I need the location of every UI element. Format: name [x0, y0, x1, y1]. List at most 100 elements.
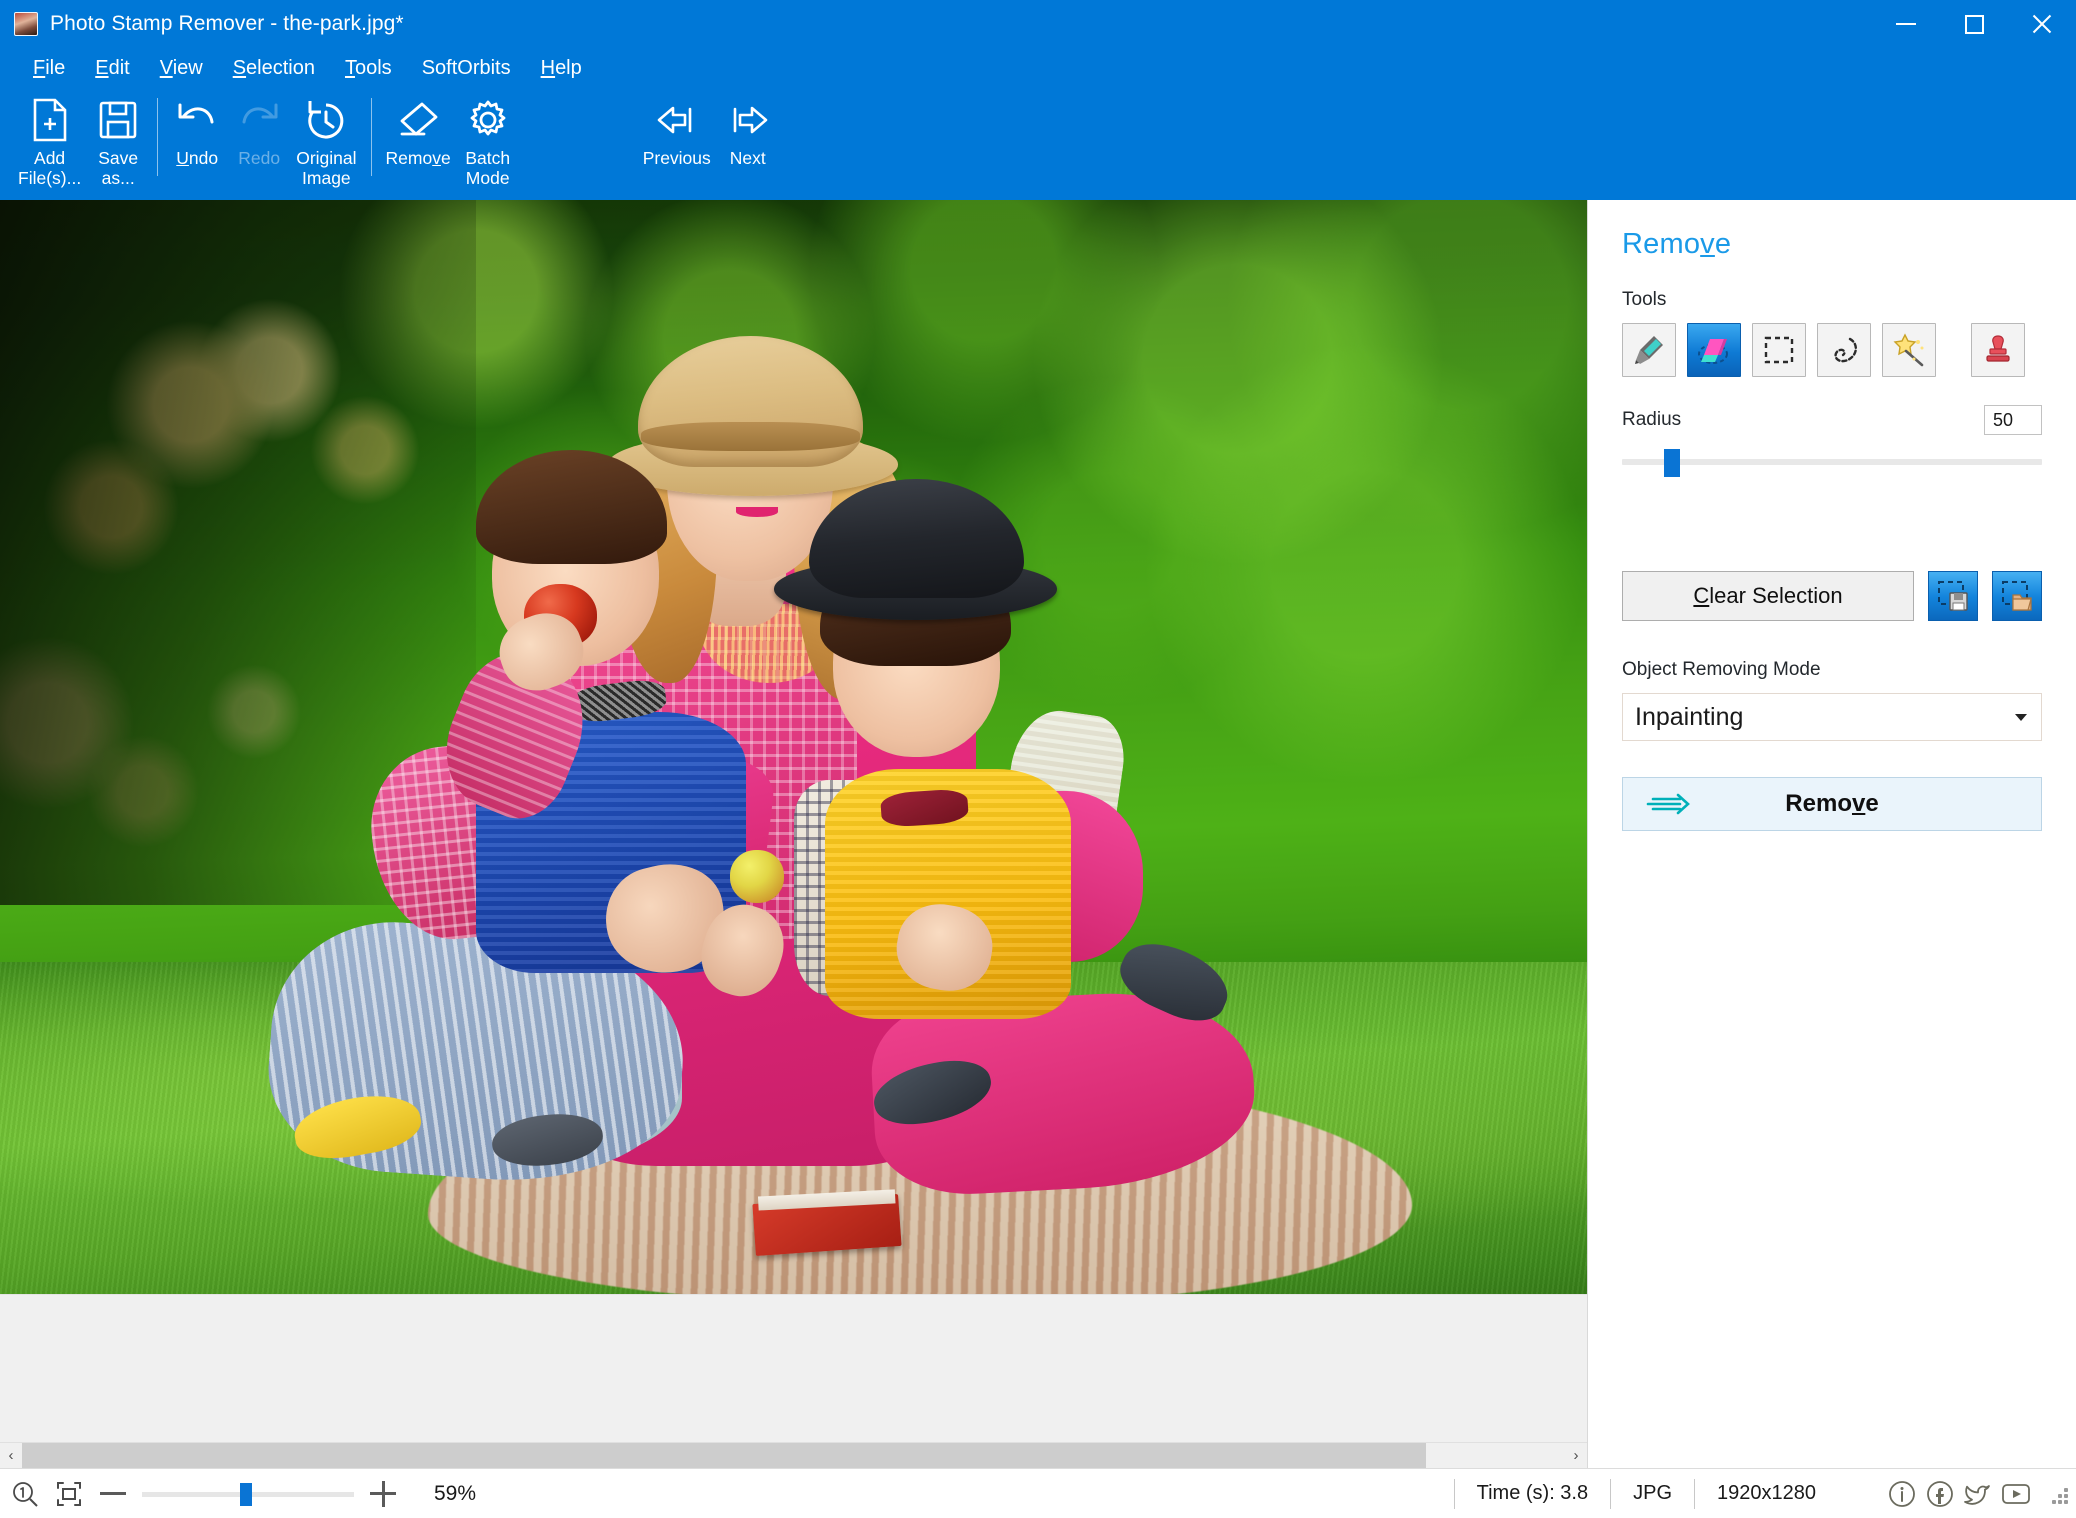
toolbar-save-as-button[interactable]: Save as...: [87, 88, 149, 192]
resize-grip[interactable]: [2048, 1484, 2068, 1504]
toolbar-redo-button[interactable]: Redo: [228, 88, 290, 192]
toolbar-save-as-label: Save as...: [98, 148, 139, 188]
status-bar: 59% Time (s): 3.8 JPG 1920x1280: [0, 1468, 2076, 1518]
object-removing-mode-select[interactable]: Inpainting: [1622, 693, 2042, 741]
zoom-slider-thumb[interactable]: [240, 1482, 252, 1506]
window-title: Photo Stamp Remover - the-park.jpg*: [50, 12, 404, 35]
zoom-slider[interactable]: [142, 1481, 354, 1507]
scrollbar-track[interactable]: [22, 1442, 1565, 1469]
canvas-horizontal-scrollbar[interactable]: ‹ ›: [0, 1442, 1587, 1469]
photo-woman-hat-band: [641, 421, 861, 452]
close-button[interactable]: [2008, 0, 2076, 48]
toolbar-add-files-button[interactable]: Add File(s)...: [12, 88, 87, 192]
toolbar-redo-label: Redo: [238, 148, 281, 168]
redo-icon: [236, 94, 282, 146]
workspace: ‹ › Remove Tools Radius 50 C lear Select…: [0, 200, 2076, 1469]
add-file-icon: [31, 94, 69, 146]
radius-slider-track[interactable]: [1622, 459, 2042, 465]
minimize-icon: [1896, 23, 1916, 25]
toolbar-batch-mode-label: Batch Mode: [465, 148, 511, 188]
toolbar-add-files-label: Add File(s)...: [18, 148, 82, 188]
radius-slider[interactable]: [1622, 445, 2042, 479]
canvas-scroll-wrapper[interactable]: [0, 200, 1587, 1294]
menu-item-softorbits[interactable]: SoftOrbits: [407, 54, 526, 83]
marker-tool-button[interactable]: [1622, 323, 1676, 377]
tools-row: [1622, 323, 2042, 377]
photo-red-book: [752, 1194, 902, 1257]
zoom-out-icon: [100, 1492, 126, 1495]
twitter-icon[interactable]: [1960, 1476, 1996, 1512]
status-dimensions: 1920x1280: [1694, 1478, 1838, 1509]
menu-item-edit[interactable]: Edit: [80, 54, 144, 83]
toolbar-undo-label: Undo: [176, 148, 219, 168]
app-photo-icon: [14, 12, 38, 36]
magic-wand-icon: [1893, 333, 1924, 367]
info-icon[interactable]: [1884, 1476, 1920, 1512]
zoom-fit-to-window-icon[interactable]: [54, 1479, 84, 1509]
stamp-tool-button[interactable]: [1971, 323, 2025, 377]
load-selection-icon: [2002, 581, 2032, 611]
rectangle-select-tool-button[interactable]: [1752, 323, 1806, 377]
main-toolbar: Add File(s)... Save as... Undo Redo Orig…: [0, 88, 2076, 200]
scrollbar-thumb[interactable]: [22, 1442, 1427, 1469]
scroll-left-arrow[interactable]: ‹: [0, 1443, 22, 1469]
menu-bar: File Edit View Selection Tools SoftOrbit…: [0, 48, 2076, 88]
menu-item-file[interactable]: File: [18, 54, 80, 83]
zoom-percent-label: 59%: [434, 1481, 477, 1505]
toolbar-remove-label: Remove: [385, 148, 451, 168]
youtube-icon[interactable]: [1998, 1476, 2034, 1512]
next-arrow-icon: [724, 94, 772, 146]
eraser-tool-button[interactable]: [1687, 323, 1741, 377]
toolbar-previous-button[interactable]: Previous: [637, 88, 717, 192]
save-selection-button[interactable]: [1928, 571, 1978, 621]
remove-eraser-icon: [396, 94, 440, 146]
save-as-icon: [98, 94, 138, 146]
magic-wand-tool-button[interactable]: [1882, 323, 1936, 377]
toolbar-undo-button[interactable]: Undo: [166, 88, 228, 192]
toolbar-next-button[interactable]: Next: [717, 88, 779, 192]
undo-icon: [174, 94, 220, 146]
radius-slider-thumb[interactable]: [1664, 449, 1680, 477]
menu-item-selection[interactable]: Selection: [218, 54, 330, 83]
save-selection-icon: [1938, 581, 1968, 611]
toolbar-previous-label: Previous: [642, 148, 711, 168]
canvas-area: ‹ ›: [0, 200, 1588, 1469]
scroll-right-arrow[interactable]: ›: [1565, 1443, 1587, 1469]
tools-section-label: Tools: [1622, 289, 1667, 310]
toolbar-original-image-label: Original Image: [296, 148, 357, 188]
remove-action-button[interactable]: Remove: [1622, 777, 2042, 831]
window-controls: [1872, 0, 2076, 48]
radius-row: Radius: [1622, 405, 2042, 435]
radius-input[interactable]: [1984, 405, 2042, 435]
remove-panel: Remove Tools Radius 50 C lear Selection …: [1588, 200, 2076, 1468]
maximize-icon: [1964, 14, 1984, 34]
canvas-empty-area: [0, 1294, 1587, 1442]
zoom-out-button[interactable]: [98, 1479, 128, 1509]
close-icon: [2031, 13, 2053, 35]
batch-mode-gear-icon: [467, 94, 509, 146]
social-links: [1884, 1476, 2034, 1512]
menu-item-view[interactable]: View: [145, 54, 218, 83]
stamp-icon: [1986, 335, 2010, 362]
toolbar-original-image-button[interactable]: Original Image: [290, 88, 362, 192]
maximize-button[interactable]: [1940, 0, 2008, 48]
chevron-down-icon: [2015, 713, 2027, 721]
zoom-controls: 59%: [10, 1479, 476, 1509]
panel-title: Remove: [1622, 228, 1732, 260]
minimize-button[interactable]: [1872, 0, 1940, 48]
zoom-in-button[interactable]: [368, 1479, 398, 1509]
menu-item-help[interactable]: Help: [526, 54, 597, 83]
toolbar-remove-button[interactable]: Remove: [380, 88, 457, 192]
image-canvas[interactable]: [0, 200, 1587, 1294]
object-removing-mode-value: Inpainting: [1635, 702, 1744, 731]
clear-selection-button[interactable]: Clear Selection: [1622, 571, 1914, 621]
lasso-select-tool-button[interactable]: [1817, 323, 1871, 377]
selection-actions-row: Clear Selection: [1622, 571, 2042, 621]
status-right-group: Time (s): 3.8 JPG 1920x1280: [1453, 1476, 2068, 1512]
facebook-icon[interactable]: [1922, 1476, 1958, 1512]
load-selection-button[interactable]: [1992, 571, 2042, 621]
zoom-actual-size-icon[interactable]: [10, 1479, 40, 1509]
remove-action-label: Remove: [1785, 790, 1879, 817]
toolbar-batch-mode-button[interactable]: Batch Mode: [457, 88, 519, 192]
menu-item-tools[interactable]: Tools: [330, 54, 407, 83]
